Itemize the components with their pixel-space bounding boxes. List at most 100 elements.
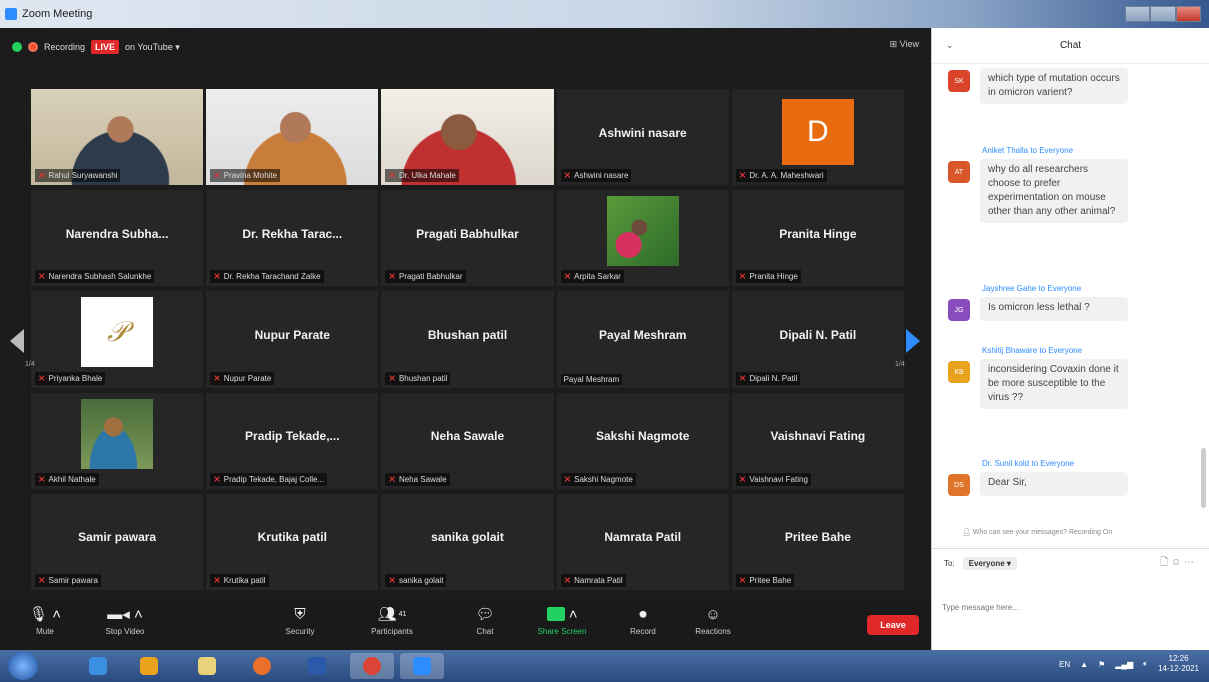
- taskbar-media[interactable]: [127, 653, 171, 679]
- gallery-grid: ⨯ Rahul Suryawanshi ⨯ Pravina Mohite ⨯ Dr. Ul…: [31, 89, 904, 590]
- mic-muted-icon: ⨯: [213, 574, 221, 585]
- emoji-icon[interactable]: ☺: [1171, 557, 1181, 568]
- recipient-dropdown[interactable]: Everyone ▾: [962, 557, 1017, 570]
- security-label: Security: [285, 627, 315, 636]
- message-input[interactable]: [942, 577, 1200, 637]
- file-icon[interactable]: 🗋: [1160, 557, 1168, 568]
- participant-tile[interactable]: Vaishnavi Fating ⨯ Vaishnavi Fating: [731, 392, 904, 489]
- participant-tile[interactable]: Sakshi Nagmote ⨯ Sakshi Nagmote: [556, 392, 729, 489]
- stop-video-button[interactable]: ▬◂ ˄ Stop Video: [90, 603, 160, 636]
- mic-muted-icon: ⨯: [38, 170, 46, 181]
- network-icon[interactable]: ▂▄▆: [1115, 660, 1133, 669]
- participant-tile[interactable]: 𝒫 ⨯ Priyanka Bhale: [31, 291, 204, 388]
- taskbar-zoom[interactable]: [400, 653, 444, 679]
- participant-tile[interactable]: Bhushan patil ⨯ Bhushan patil: [381, 291, 554, 388]
- participant-name: Rahul Suryawanshi: [48, 171, 118, 181]
- mic-muted-icon: ⨯: [38, 574, 46, 585]
- taskbar-explorer[interactable]: [185, 653, 229, 679]
- privacy-text: Who can see your messages? Recording On: [972, 529, 1113, 536]
- start-button[interactable]: [8, 652, 38, 680]
- participant-name-label: ⨯ Pragati Babhulkar: [385, 270, 466, 284]
- chat-compose: To: Everyone ▾ 🗋 ☺ ⋯: [932, 548, 1209, 650]
- reactions-button[interactable]: ☺ Reactions: [678, 603, 748, 637]
- participant-name: Nupur Parate: [223, 373, 272, 383]
- leave-button[interactable]: Leave: [867, 615, 919, 635]
- mic-muted-icon: ⨯: [563, 574, 572, 585]
- participant-name: Ashwini nasare: [574, 171, 629, 181]
- zoom-app-icon: [5, 8, 17, 20]
- privacy-notice[interactable]: 👤︎ Who can see your messages? Recording …: [962, 528, 1112, 536]
- participant-name: Vaishnavi Fating: [749, 474, 808, 484]
- participant-tile[interactable]: Krutika patil ⨯ Krutika patil: [206, 493, 379, 590]
- participant-tile[interactable]: Nupur Parate ⨯ Nupur Parate: [206, 291, 379, 388]
- taskbar-firefox[interactable]: [240, 653, 284, 679]
- message-sender[interactable]: Jayshree Gahe to Everyone: [982, 284, 1188, 293]
- participant-tile[interactable]: Neha Sawale ⨯ Neha Sawale: [381, 392, 554, 489]
- participant-tile[interactable]: Narendra Subha... ⨯ Narendra Subhash Salun…: [31, 190, 204, 287]
- encryption-shield-icon[interactable]: [12, 42, 22, 52]
- participant-name: Dr. Rekha Tarachand Zalke: [223, 272, 321, 282]
- message-sender[interactable]: Dr. Sunil kold to Everyone: [982, 459, 1188, 468]
- minimize-button[interactable]: [1125, 6, 1151, 22]
- participant-tile[interactable]: sanika golait ⨯ sanika golait: [381, 493, 554, 590]
- taskbar-chrome[interactable]: [350, 653, 394, 679]
- participant-display-name: Sakshi Nagmote: [596, 429, 690, 444]
- participant-tile[interactable]: ⨯ Pravina Mohite: [206, 89, 379, 186]
- next-page-icon[interactable]: [906, 323, 922, 359]
- taskbar-ie[interactable]: [76, 653, 120, 679]
- participant-name-label: ⨯ Pranita Hinge: [735, 270, 801, 284]
- record-button[interactable]: ⏺ Record: [608, 603, 678, 637]
- participant-tile[interactable]: ⨯ Akhil Nathale: [31, 392, 204, 489]
- message-sender[interactable]: Kshitij Bhaware to Everyone: [982, 346, 1188, 355]
- chat-header: ⌄ Chat: [932, 28, 1209, 64]
- volume-icon[interactable]: 🔈︎: [1143, 659, 1148, 669]
- participant-display-name: Neha Sawale: [430, 429, 505, 444]
- participant-tile[interactable]: Ashwini nasare ⨯ Ashwini nasare: [556, 89, 729, 186]
- chat-button[interactable]: 💬︎ Chat: [450, 603, 520, 636]
- tray-up-icon[interactable]: ▲: [1080, 660, 1088, 669]
- participant-tile[interactable]: Pritee Bahe ⨯ Pritee Bahe: [731, 493, 904, 590]
- participant-name: Namrata Patil: [574, 575, 623, 585]
- message-sender[interactable]: Aniket Thalla to Everyone: [982, 146, 1188, 155]
- more-icon[interactable]: ⋯: [1184, 557, 1194, 568]
- participant-tile[interactable]: Dipali N. Patil ⨯ Dipali N. Patil: [731, 291, 904, 388]
- language-indicator[interactable]: EN: [1059, 660, 1070, 669]
- participant-tile[interactable]: Namrata Patil ⨯ Namrata Patil: [556, 493, 729, 590]
- live-target-dropdown[interactable]: on YouTube ▾: [125, 42, 180, 53]
- recording-icon: [28, 42, 38, 52]
- view-button[interactable]: ⊞ View: [890, 39, 919, 50]
- flag-icon[interactable]: ⚑: [1098, 660, 1105, 669]
- participants-count: 41: [398, 610, 407, 618]
- close-button[interactable]: [1175, 6, 1201, 22]
- ie-icon: [89, 657, 107, 675]
- sender-avatar: JG: [948, 299, 970, 321]
- participant-name-label: ⨯ Sakshi Nagmote: [560, 472, 636, 486]
- chat-scrollbar[interactable]: [1201, 448, 1206, 508]
- participant-tile[interactable]: D ⨯ Dr. A. A. Maheshwari: [731, 89, 904, 186]
- mic-muted-icon: ⨯: [388, 170, 396, 181]
- previous-page-icon[interactable]: [8, 323, 24, 359]
- participant-tile[interactable]: Dr. Rekha Tarac... ⨯ Dr. Rekha Tarachand Z…: [206, 190, 379, 287]
- participants-button[interactable]: 👥︎ 41 Participants: [357, 603, 427, 636]
- maximize-button[interactable]: [1150, 6, 1176, 22]
- security-button[interactable]: ⛨ Security: [265, 603, 335, 637]
- message-text: why do all researchers choose to prefer …: [980, 159, 1128, 223]
- participant-name-label: ⨯ Pravina Mohite: [210, 169, 281, 183]
- participant-tile[interactable]: Pranita Hinge ⨯ Pranita Hinge: [731, 190, 904, 287]
- taskbar-word[interactable]: [295, 653, 339, 679]
- share-screen-icon: ˄: [527, 603, 597, 625]
- chevron-down-icon[interactable]: ⌄: [946, 40, 954, 51]
- clock[interactable]: 12:26 14-12-2021: [1158, 654, 1199, 675]
- participant-name-label: ⨯ Nupur Parate: [210, 371, 275, 385]
- participant-tile[interactable]: Pradip Tekade,... ⨯ Pradip Tekade, Bajaj C…: [206, 392, 379, 489]
- participant-tile[interactable]: ⨯ Arpita Sarkar: [556, 190, 729, 287]
- share-screen-button[interactable]: ˄ Share Screen: [527, 603, 597, 637]
- mute-button[interactable]: 🎙︎ ˄ Mute: [10, 603, 80, 636]
- message-text: inconsidering Covaxin done it be more su…: [980, 359, 1128, 409]
- participant-tile[interactable]: Samir pawara ⨯ Samir pawara: [31, 493, 204, 590]
- participant-tile[interactable]: ⨯ Rahul Suryawanshi: [31, 89, 204, 186]
- participant-tile[interactable]: Pragati Babhulkar ⨯ Pragati Babhulkar: [381, 190, 554, 287]
- mic-muted-icon: ⨯: [563, 271, 572, 282]
- participant-tile[interactable]: Payal Meshram Payal Meshram: [556, 291, 729, 388]
- participant-tile[interactable]: ⨯ Dr. Ulka Mahale: [381, 89, 554, 186]
